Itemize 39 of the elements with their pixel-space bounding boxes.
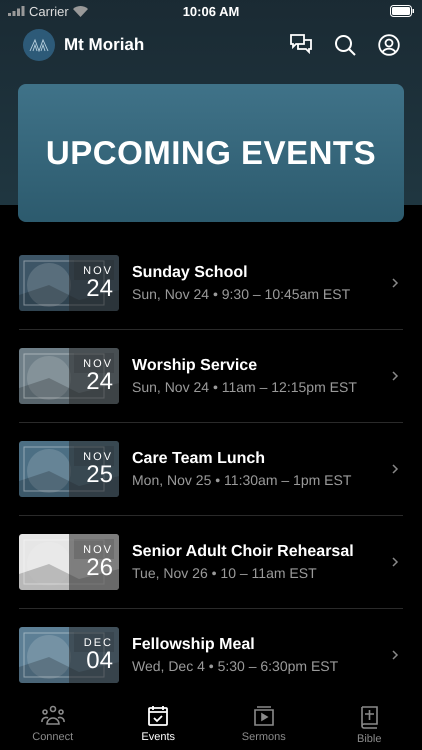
- chevron-icon: [391, 277, 399, 289]
- search-icon[interactable]: [334, 34, 356, 56]
- date-badge: NOV 24: [69, 348, 119, 404]
- events-banner: UPCOMING EVENTS: [18, 84, 404, 222]
- tab-item[interactable]: Sermons: [211, 705, 316, 750]
- chat-icon[interactable]: [290, 34, 312, 54]
- event-details: Mon, Nov 25 • 11:30am – 1pm EST: [132, 472, 352, 488]
- chevron-icon: [391, 463, 399, 475]
- carrier-label: Carrier: [29, 4, 69, 18]
- calendar-check-icon: [147, 705, 170, 727]
- event-details: Tue, Nov 26 • 10 – 11am EST: [132, 565, 318, 581]
- date-badge: NOV 26: [69, 534, 119, 590]
- tab-item[interactable]: Connect: [0, 705, 106, 750]
- event-title: Care Team Lunch: [132, 450, 266, 468]
- people-icon: [40, 705, 66, 727]
- battery-icon: [390, 5, 414, 17]
- event-details: Sun, Nov 24 • 9:30 – 10:45am EST: [132, 286, 352, 302]
- date-badge: DEC 04: [69, 627, 119, 683]
- event-title: Worship Service: [132, 357, 258, 375]
- event-title: Sunday School: [132, 264, 249, 282]
- event-title: Senior Adult Choir Rehearsal: [132, 543, 355, 561]
- wifi-icon: [72, 6, 88, 16]
- date-badge: NOV 25: [69, 441, 119, 497]
- status-time: 10:06 AM: [182, 4, 240, 18]
- event-title: Fellowship Meal: [132, 636, 256, 654]
- video-play-icon: [252, 705, 276, 727]
- chevron-icon: [391, 556, 399, 568]
- bible-icon: [359, 705, 380, 729]
- date-badge: NOV 24: [69, 255, 119, 311]
- event-details: Wed, Dec 4 • 5:30 – 6:30pm EST: [132, 658, 340, 674]
- chevron-icon: [391, 370, 399, 382]
- app-title: Mt Moriah: [64, 35, 146, 55]
- profile-icon[interactable]: [378, 34, 400, 56]
- event-details: Sun, Nov 24 • 11am – 12:15pm EST: [132, 379, 358, 395]
- tab-item[interactable]: Bible: [316, 705, 422, 750]
- signal-icon: [8, 6, 25, 16]
- chevron-icon: [391, 649, 399, 661]
- tab-item[interactable]: Events: [106, 705, 211, 750]
- church-logo: [23, 29, 55, 61]
